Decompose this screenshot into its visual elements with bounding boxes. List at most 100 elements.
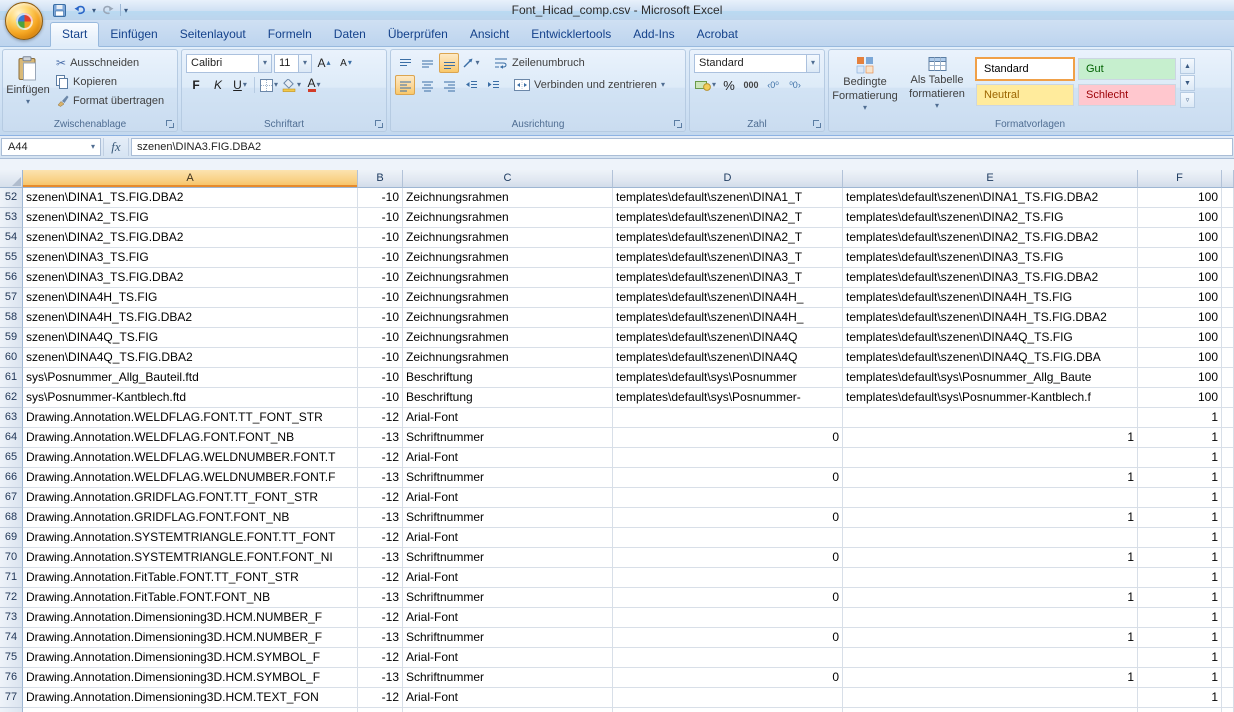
- cell-C75[interactable]: Arial-Font: [403, 648, 613, 668]
- cell-E53[interactable]: templates\default\szenen\DINA2_TS.FIG: [843, 208, 1138, 228]
- gallery-scroll-down-icon[interactable]: ▼: [1180, 75, 1195, 91]
- cell-D77[interactable]: [613, 688, 843, 708]
- cell-partial-62[interactable]: [1222, 388, 1234, 408]
- cell-C76[interactable]: Schriftnummer: [403, 668, 613, 688]
- cell-F61[interactable]: 100: [1138, 368, 1222, 388]
- cell-B68[interactable]: -13: [358, 508, 403, 528]
- cell-F73[interactable]: 1: [1138, 608, 1222, 628]
- row-header-65[interactable]: 65: [0, 448, 23, 468]
- undo-dropdown-icon[interactable]: ▾: [92, 6, 96, 15]
- cell-E64[interactable]: 1: [843, 428, 1138, 448]
- name-box[interactable]: A44 ▾: [1, 138, 101, 156]
- cell-partial-77[interactable]: [1222, 688, 1234, 708]
- align-top-button[interactable]: [395, 53, 415, 73]
- cell-partial-69[interactable]: [1222, 528, 1234, 548]
- cell-F77[interactable]: 1: [1138, 688, 1222, 708]
- align-left-button[interactable]: [395, 75, 415, 95]
- cell-F59[interactable]: 100: [1138, 328, 1222, 348]
- font-color-button[interactable]: A ▾: [304, 75, 324, 95]
- cell-B60[interactable]: -10: [358, 348, 403, 368]
- font-color-dropdown-icon[interactable]: ▾: [317, 81, 321, 89]
- number-format-dropdown-icon[interactable]: ▾: [806, 55, 819, 72]
- cell-E65[interactable]: [843, 448, 1138, 468]
- cell-E78[interactable]: [843, 708, 1138, 712]
- cell-F69[interactable]: 1: [1138, 528, 1222, 548]
- cell-C53[interactable]: Zeichnungsrahmen: [403, 208, 613, 228]
- style-chip-standard[interactable]: Standard: [976, 58, 1074, 80]
- cell-A75[interactable]: Drawing.Annotation.Dimensioning3D.HCM.SY…: [23, 648, 358, 668]
- cell-A67[interactable]: Drawing.Annotation.GRIDFLAG.FONT.TT_FONT…: [23, 488, 358, 508]
- cell-partial-61[interactable]: [1222, 368, 1234, 388]
- cell-D56[interactable]: templates\default\szenen\DINA3_T: [613, 268, 843, 288]
- column-header-E[interactable]: E: [843, 170, 1138, 188]
- increase-indent-button[interactable]: [483, 75, 503, 95]
- cell-E76[interactable]: 1: [843, 668, 1138, 688]
- cell-A76[interactable]: Drawing.Annotation.Dimensioning3D.HCM.SY…: [23, 668, 358, 688]
- font-size-select[interactable]: 11 ▾: [274, 54, 312, 73]
- tab-acrobat[interactable]: Acrobat: [686, 23, 749, 46]
- align-bottom-button[interactable]: [439, 53, 459, 73]
- cell-B62[interactable]: -10: [358, 388, 403, 408]
- cell-D57[interactable]: templates\default\szenen\DINA4H_: [613, 288, 843, 308]
- cell-partial-60[interactable]: [1222, 348, 1234, 368]
- cell-D74[interactable]: 0: [613, 628, 843, 648]
- orientation-button[interactable]: ▾: [461, 53, 481, 73]
- cell-C62[interactable]: Beschriftung: [403, 388, 613, 408]
- merge-center-button[interactable]: Verbinden und zentrieren ▾: [511, 76, 668, 95]
- cell-A70[interactable]: Drawing.Annotation.SYSTEMTRIANGLE.FONT.F…: [23, 548, 358, 568]
- cell-C55[interactable]: Zeichnungsrahmen: [403, 248, 613, 268]
- cell-C61[interactable]: Beschriftung: [403, 368, 613, 388]
- cell-A64[interactable]: Drawing.Annotation.WELDFLAG.FONT.FONT_NB: [23, 428, 358, 448]
- cell-partial-64[interactable]: [1222, 428, 1234, 448]
- cell-F67[interactable]: 1: [1138, 488, 1222, 508]
- cell-partial-63[interactable]: [1222, 408, 1234, 428]
- borders-dropdown-icon[interactable]: ▾: [274, 81, 278, 89]
- cell-F60[interactable]: 100: [1138, 348, 1222, 368]
- font-dialog-launcher-icon[interactable]: [374, 119, 384, 129]
- cell-partial-71[interactable]: [1222, 568, 1234, 588]
- cell-F65[interactable]: 1: [1138, 448, 1222, 468]
- cell-B67[interactable]: -12: [358, 488, 403, 508]
- tab--berpr-fen[interactable]: Überprüfen: [377, 23, 459, 46]
- cell-partial-78[interactable]: [1222, 708, 1234, 712]
- alignment-dialog-launcher-icon[interactable]: [673, 119, 683, 129]
- cell-A54[interactable]: szenen\DINA2_TS.FIG.DBA2: [23, 228, 358, 248]
- cell-B55[interactable]: -10: [358, 248, 403, 268]
- font-name-dropdown-icon[interactable]: ▾: [258, 55, 271, 72]
- qat-customize-icon[interactable]: ▾: [124, 6, 128, 15]
- cell-C64[interactable]: Schriftnummer: [403, 428, 613, 448]
- save-button[interactable]: [50, 2, 68, 19]
- row-header-76[interactable]: 76: [0, 668, 23, 688]
- cell-B65[interactable]: -12: [358, 448, 403, 468]
- increase-decimal-button[interactable]: ‹0⁰: [763, 75, 783, 95]
- cell-E54[interactable]: templates\default\szenen\DINA2_TS.FIG.DB…: [843, 228, 1138, 248]
- cell-A78[interactable]: [23, 708, 358, 712]
- office-button[interactable]: [5, 2, 43, 40]
- cell-D61[interactable]: templates\default\sys\Posnummer: [613, 368, 843, 388]
- cell-C68[interactable]: Schriftnummer: [403, 508, 613, 528]
- row-header-72[interactable]: 72: [0, 588, 23, 608]
- cell-C58[interactable]: Zeichnungsrahmen: [403, 308, 613, 328]
- row-header-73[interactable]: 73: [0, 608, 23, 628]
- cell-F76[interactable]: 1: [1138, 668, 1222, 688]
- cell-C60[interactable]: Zeichnungsrahmen: [403, 348, 613, 368]
- cell-A68[interactable]: Drawing.Annotation.GRIDFLAG.FONT.FONT_NB: [23, 508, 358, 528]
- fill-color-button[interactable]: ▾: [281, 75, 302, 95]
- cell-C59[interactable]: Zeichnungsrahmen: [403, 328, 613, 348]
- cell-A59[interactable]: szenen\DINA4Q_TS.FIG: [23, 328, 358, 348]
- cell-B73[interactable]: -12: [358, 608, 403, 628]
- row-header-58[interactable]: 58: [0, 308, 23, 328]
- cell-F54[interactable]: 100: [1138, 228, 1222, 248]
- cell-D59[interactable]: templates\default\szenen\DINA4Q: [613, 328, 843, 348]
- cell-C70[interactable]: Schriftnummer: [403, 548, 613, 568]
- style-chip-gut[interactable]: Gut: [1078, 58, 1176, 80]
- format-as-table-dropdown-icon[interactable]: ▾: [935, 102, 939, 110]
- cell-partial-58[interactable]: [1222, 308, 1234, 328]
- accounting-format-button[interactable]: ▾: [694, 75, 717, 95]
- cell-D55[interactable]: templates\default\szenen\DINA3_T: [613, 248, 843, 268]
- cell-B71[interactable]: -12: [358, 568, 403, 588]
- percent-style-button[interactable]: %: [719, 75, 739, 95]
- font-size-dropdown-icon[interactable]: ▾: [298, 55, 311, 72]
- orientation-dropdown-icon[interactable]: ▾: [475, 59, 479, 67]
- format-as-table-button[interactable]: Als Tabelle formatieren ▾: [902, 52, 972, 112]
